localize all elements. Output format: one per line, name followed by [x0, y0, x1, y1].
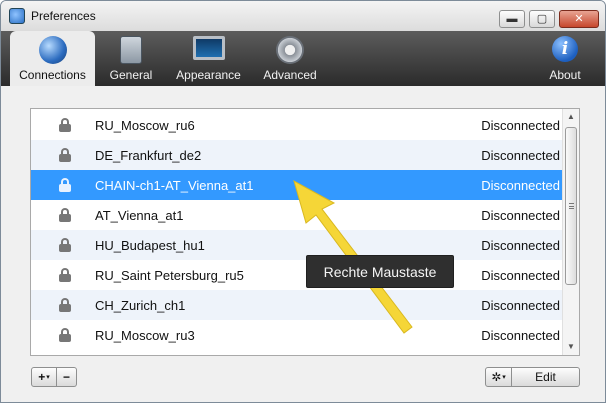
connection-status: Disconnected	[481, 267, 560, 283]
preferences-toolbar: Connections General Appearance Advanced …	[1, 31, 605, 86]
title-bar[interactable]: Preferences ▬ ▢ ✕	[1, 1, 605, 31]
action-group: ✲ ▾ Edit	[485, 367, 580, 387]
dropdown-caret-icon: ▾	[46, 374, 50, 381]
connection-status: Disconnected	[481, 207, 560, 223]
remove-button[interactable]: −	[57, 367, 77, 387]
annotation-arrow-icon	[293, 179, 413, 334]
connection-status: Disconnected	[481, 237, 560, 253]
gear-icon: ✲	[491, 370, 502, 384]
connection-status: Disconnected	[481, 177, 560, 193]
connection-name: CHAIN-ch1-AT_Vienna_at1	[95, 177, 254, 193]
gear-icon	[274, 36, 306, 64]
edit-button[interactable]: Edit	[512, 367, 580, 387]
tab-advanced-label: Advanced	[263, 68, 317, 82]
connection-status: Disconnected	[481, 147, 560, 163]
lock-icon	[58, 298, 72, 312]
add-remove-group: + ▾ −	[31, 367, 77, 387]
lock-icon	[58, 328, 72, 342]
scroll-down-arrow-icon[interactable]: ▼	[563, 339, 579, 355]
dropdown-caret-icon: ▾	[502, 374, 506, 381]
plus-icon: +	[38, 370, 46, 384]
list-item[interactable]: RU_Moscow_ru6 Disconnected	[31, 110, 563, 140]
monitor-icon	[192, 36, 225, 64]
connection-name: HU_Budapest_hu1	[95, 237, 205, 253]
window-controls: ▬ ▢ ✕	[499, 10, 599, 28]
minimize-button[interactable]: ▬	[499, 10, 525, 28]
maximize-button[interactable]: ▢	[529, 10, 555, 28]
tab-appearance-label: Appearance	[176, 68, 241, 82]
window-title: Preferences	[31, 9, 96, 23]
lock-icon	[58, 208, 72, 222]
tab-general-label: General	[109, 68, 153, 82]
gear-menu-button[interactable]: ✲ ▾	[485, 367, 512, 387]
lock-icon	[58, 148, 72, 162]
annotation-tooltip: Rechte Maustaste	[306, 255, 454, 288]
switch-panel-icon	[115, 36, 147, 64]
tab-appearance[interactable]: Appearance	[171, 31, 246, 86]
connection-name: DE_Frankfurt_de2	[95, 147, 202, 163]
lock-icon	[58, 118, 72, 132]
connection-name: RU_Moscow_ru6	[95, 117, 195, 133]
connection-status: Disconnected	[481, 297, 560, 313]
lock-icon	[58, 178, 72, 192]
scrollbar-thumb[interactable]	[565, 127, 577, 285]
connection-name: RU_Moscow_ru3	[95, 327, 195, 343]
info-icon: i	[549, 36, 581, 64]
connection-name: CH_Zurich_ch1	[95, 297, 186, 313]
add-button[interactable]: + ▾	[31, 367, 57, 387]
tab-connections-label: Connections	[19, 68, 86, 82]
tab-about[interactable]: i About	[541, 31, 589, 86]
vertical-scrollbar[interactable]: ▲ ▼	[562, 109, 579, 355]
connection-name: RU_Saint Petersburg_ru5	[95, 267, 244, 283]
connection-status: Disconnected	[481, 117, 560, 133]
list-item[interactable]: DE_Frankfurt_de2 Disconnected	[31, 140, 563, 170]
tab-general[interactable]: General	[101, 31, 161, 86]
tab-connections[interactable]: Connections	[10, 31, 95, 86]
connection-name: AT_Vienna_at1	[95, 207, 184, 223]
lock-icon	[58, 268, 72, 282]
connection-status: Disconnected	[481, 327, 560, 343]
lock-icon	[58, 238, 72, 252]
grip-icon	[569, 203, 574, 209]
tab-about-label: About	[549, 68, 581, 82]
app-icon	[9, 8, 25, 24]
tab-advanced[interactable]: Advanced	[259, 31, 321, 86]
scroll-up-arrow-icon[interactable]: ▲	[563, 109, 579, 125]
preferences-window: Preferences ▬ ▢ ✕ Connections General Ap…	[0, 0, 606, 403]
close-button[interactable]: ✕	[559, 10, 599, 28]
globe-network-icon	[37, 36, 69, 64]
